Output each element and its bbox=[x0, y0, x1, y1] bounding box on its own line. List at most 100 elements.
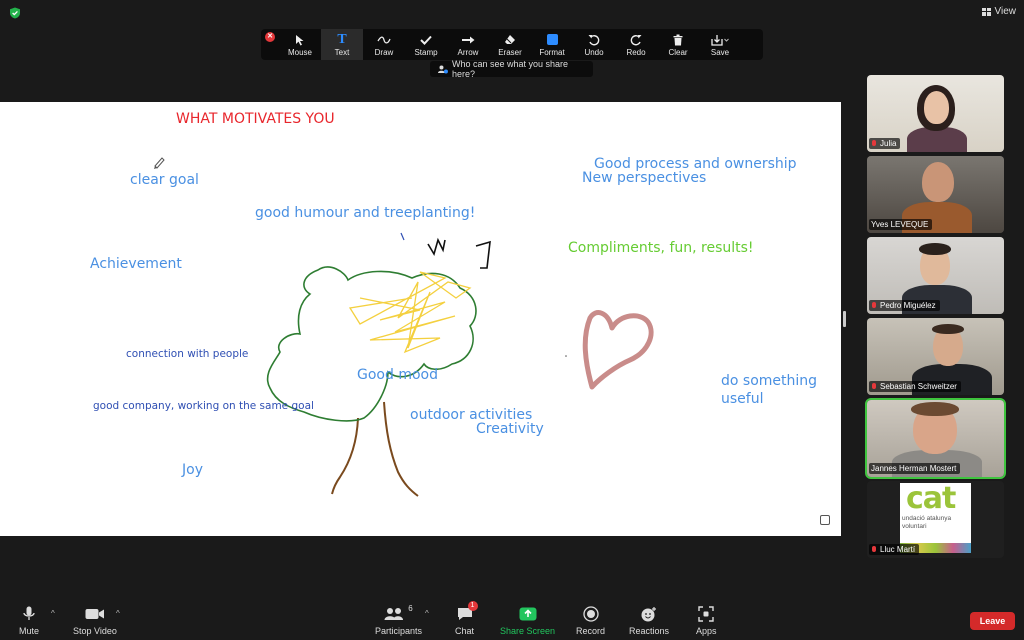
mic-muted-icon bbox=[871, 382, 877, 391]
yellow-scribble-drawing bbox=[348, 271, 472, 354]
cursor-icon bbox=[295, 32, 305, 47]
tool-label: Stamp bbox=[414, 48, 438, 57]
undo-icon bbox=[588, 32, 600, 47]
eraser-icon bbox=[504, 32, 516, 47]
draw-icon bbox=[377, 32, 391, 47]
stamp-icon bbox=[420, 32, 432, 47]
participant-tile-active-speaker[interactable]: Jannes Herman Mostert bbox=[865, 398, 1006, 479]
participant-name: Lluc Martí bbox=[869, 544, 920, 555]
tool-label: Undo bbox=[584, 48, 604, 57]
participant-tile[interactable]: cat undació atalunya voluntari Lluc Mart… bbox=[867, 481, 1004, 558]
sticky-note: New perspectives bbox=[582, 170, 707, 186]
sticky-note: Joy bbox=[182, 462, 203, 478]
sticky-note: good company, working on the same goal bbox=[93, 400, 314, 412]
smiley-icon bbox=[640, 604, 658, 624]
tool-format[interactable]: Format bbox=[531, 29, 573, 60]
sticky-note: clear goal bbox=[130, 172, 199, 188]
tool-label: Clear bbox=[668, 48, 688, 57]
tool-label: Draw bbox=[374, 48, 394, 57]
tool-stamp[interactable]: Stamp bbox=[405, 29, 447, 60]
zoom-meeting-window: View ✕ Mouse T Text Draw Stamp Arrow Era… bbox=[0, 0, 1024, 640]
black-sketch-mark bbox=[427, 237, 446, 256]
reactions-button[interactable]: Reactions bbox=[629, 604, 669, 636]
sticky-note: good humour and treeplanting! bbox=[255, 205, 476, 221]
mic-muted-icon bbox=[871, 545, 877, 554]
tool-undo[interactable]: Undo bbox=[573, 29, 615, 60]
panel-resize-handle[interactable] bbox=[843, 311, 846, 327]
participant-tile[interactable]: Yves LEVEQUE bbox=[867, 156, 1004, 233]
tool-label: Redo bbox=[626, 48, 646, 57]
encryption-shield-icon[interactable] bbox=[9, 7, 21, 19]
close-annotation-icon[interactable]: ✕ bbox=[265, 32, 275, 42]
record-icon bbox=[582, 604, 599, 624]
tool-eraser[interactable]: Eraser bbox=[489, 29, 531, 60]
sticky-note: Good mood bbox=[357, 367, 438, 383]
grid-view-icon bbox=[981, 7, 991, 16]
participant-name: Pedro Miguélez bbox=[869, 300, 940, 311]
heart-drawing bbox=[582, 310, 654, 390]
expand-board-icon[interactable] bbox=[820, 515, 830, 525]
participant-tile[interactable]: Pedro Miguélez bbox=[867, 237, 1004, 314]
sticky-note: do something bbox=[721, 373, 818, 389]
arrow-icon bbox=[461, 32, 475, 47]
tree-trunk-drawing bbox=[331, 401, 419, 497]
organization-logo: cat undació atalunya voluntari bbox=[900, 483, 971, 553]
blue-sketch-mark bbox=[400, 232, 405, 241]
tool-label: Format bbox=[539, 48, 565, 57]
text-icon: T bbox=[337, 31, 347, 47]
video-options-chevron-icon[interactable]: ^ bbox=[116, 609, 120, 618]
annotation-toolbar: ✕ Mouse T Text Draw Stamp Arrow Eraser F… bbox=[261, 29, 763, 60]
whiteboard-canvas[interactable]: WHAT MOTIVATES YOU clear goal good humou… bbox=[0, 102, 841, 536]
stop-video-button[interactable]: Stop Video bbox=[73, 604, 117, 636]
share-hint-text: Who can see what you share here? bbox=[451, 59, 569, 79]
tool-arrow[interactable]: Arrow bbox=[447, 29, 489, 60]
redo-icon bbox=[630, 32, 642, 47]
meeting-controls-bar: Mute ^ Stop Video ^ 6 Participants ^ 1 C… bbox=[0, 600, 1024, 640]
participant-tile[interactable]: Julia bbox=[867, 75, 1004, 152]
participant-name: Yves LEVEQUE bbox=[869, 219, 933, 230]
participant-name: Jannes Herman Mostert bbox=[869, 463, 961, 474]
tool-label: Eraser bbox=[498, 48, 522, 57]
save-icon bbox=[711, 32, 729, 47]
participants-options-chevron-icon[interactable]: ^ bbox=[425, 609, 429, 618]
video-camera-icon bbox=[85, 604, 105, 624]
participant-name: Sebastian Schweitzer bbox=[869, 381, 961, 392]
tool-mouse[interactable]: Mouse bbox=[279, 29, 321, 60]
black-sketch-mark bbox=[475, 240, 491, 269]
sticky-note: Creativity bbox=[476, 421, 544, 437]
share-screen-button[interactable]: Share Screen bbox=[500, 604, 555, 636]
mute-button[interactable]: Mute bbox=[19, 604, 39, 636]
sticky-note: connection with people bbox=[126, 348, 249, 360]
participants-icon: 6 bbox=[384, 604, 413, 624]
record-button[interactable]: Record bbox=[576, 604, 605, 636]
chat-icon: 1 bbox=[457, 601, 478, 624]
view-label: View bbox=[994, 6, 1017, 17]
participant-name: Julia bbox=[869, 138, 901, 149]
chat-button[interactable]: 1 Chat bbox=[455, 601, 478, 636]
tool-draw[interactable]: Draw bbox=[363, 29, 405, 60]
tool-clear[interactable]: Clear bbox=[657, 29, 699, 60]
whiteboard-title: WHAT MOTIVATES YOU bbox=[176, 111, 335, 127]
share-visibility-hint[interactable]: Who can see what you share here? bbox=[430, 59, 593, 79]
share-screen-icon bbox=[519, 604, 537, 624]
tool-label: Save bbox=[710, 48, 730, 57]
view-button[interactable]: View bbox=[981, 6, 1017, 17]
tool-text[interactable]: T Text bbox=[321, 29, 363, 60]
tool-label: Arrow bbox=[457, 48, 479, 57]
tool-label: Text bbox=[334, 48, 350, 57]
tool-label: Mouse bbox=[287, 48, 312, 57]
participants-button[interactable]: 6 Participants bbox=[375, 604, 422, 636]
apps-icon bbox=[698, 604, 714, 624]
tool-save[interactable]: Save bbox=[699, 29, 741, 60]
trash-icon bbox=[673, 32, 683, 47]
participant-tile[interactable]: Sebastian Schweitzer bbox=[867, 318, 1004, 395]
sticky-note: Compliments, fun, results! bbox=[568, 240, 754, 256]
leave-button[interactable]: Leave bbox=[970, 612, 1015, 630]
apps-button[interactable]: Apps bbox=[696, 604, 717, 636]
sticky-note: Achievement bbox=[90, 256, 182, 272]
tool-redo[interactable]: Redo bbox=[615, 29, 657, 60]
microphone-icon bbox=[23, 604, 35, 624]
mic-muted-icon bbox=[871, 301, 877, 310]
pencil-cursor-icon bbox=[154, 157, 165, 169]
mute-options-chevron-icon[interactable]: ^ bbox=[51, 609, 55, 618]
